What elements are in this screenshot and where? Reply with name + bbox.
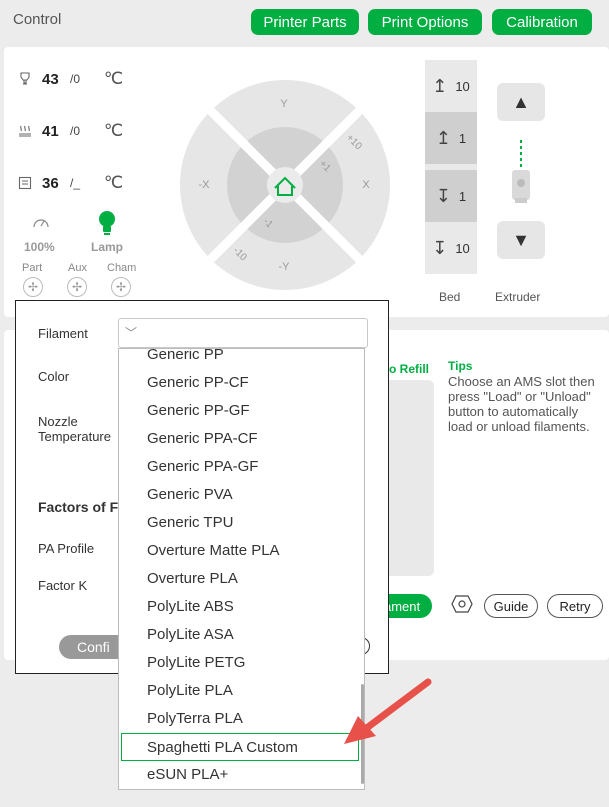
nozzle-temp-unit: ℃ xyxy=(104,69,124,88)
nozzle-current-temp: 43 xyxy=(42,70,59,88)
annotation-arrow-icon xyxy=(344,678,432,744)
aux-fan-label: Aux xyxy=(68,262,87,274)
jog-x-label[interactable]: X xyxy=(362,179,370,191)
dropdown-item[interactable]: Generic PP-GF xyxy=(119,397,359,425)
pa-profile-label: PA Profile xyxy=(38,541,95,556)
bed-up-1-button[interactable]: ↥ 1 xyxy=(425,112,477,164)
aux-fan-icon[interactable]: ✢ xyxy=(67,277,87,297)
nozzle-settings-icon[interactable] xyxy=(450,593,474,619)
dropdown-item[interactable]: Generic TPU xyxy=(119,509,359,537)
filament-select[interactable]: ﹀ xyxy=(118,318,368,348)
extruder-up-button[interactable]: ▲ xyxy=(497,83,545,121)
part-fan-icon[interactable]: ✢ xyxy=(23,277,43,297)
temperature-label: Temperature xyxy=(38,429,111,444)
chamber-target-temp: /_ xyxy=(70,176,81,190)
triangle-down-icon: ▼ xyxy=(512,229,530,250)
nozzle-label: Nozzle xyxy=(38,414,78,429)
bed-up-10-button[interactable]: ↥ 10 xyxy=(425,60,477,112)
part-fan-label: Part xyxy=(22,262,43,274)
refill-label: to Refill xyxy=(385,362,429,376)
dropdown-item[interactable]: eSUN PLA+ xyxy=(119,761,359,789)
arrow-down-icon: ↧ xyxy=(432,237,448,258)
speed-value: 100% xyxy=(24,240,55,254)
tips-title: Tips xyxy=(448,359,473,373)
printer-parts-button[interactable]: Printer Parts xyxy=(251,9,359,35)
dropdown-item[interactable]: Generic PPA-GF xyxy=(119,453,359,481)
dropdown-item[interactable]: Overture PLA xyxy=(119,565,359,593)
dropdown-item[interactable]: PolyLite PETG xyxy=(119,649,359,677)
arrow-up-icon: ↥ xyxy=(432,75,448,96)
factors-heading: Factors of F xyxy=(38,499,119,515)
chamber-fan-label: Cham xyxy=(107,262,137,274)
bed-down-10-button[interactable]: ↧ 10 xyxy=(425,222,477,274)
lightbulb-icon[interactable] xyxy=(96,210,118,236)
filament-label: Filament xyxy=(38,326,88,341)
bed-down-1-button[interactable]: ↧ 1 xyxy=(425,170,477,222)
print-options-button[interactable]: Print Options xyxy=(368,9,482,35)
retry-button[interactable]: Retry xyxy=(547,594,603,618)
speedometer-icon[interactable] xyxy=(32,214,50,232)
bed-label: Bed xyxy=(439,290,461,304)
dropdown-item[interactable]: PolyTerra PLA xyxy=(119,705,359,733)
dropdown-item[interactable]: Generic PP-CF xyxy=(119,369,359,397)
color-label: Color xyxy=(38,369,70,384)
heatbed-icon xyxy=(18,124,32,138)
dropdown-item[interactable]: Generic PVA xyxy=(119,481,359,509)
dropdown-item[interactable]: Generic PPA-CF xyxy=(119,425,359,453)
arrow-down-icon: ↧ xyxy=(435,185,451,206)
chevron-down-icon: ﹀ xyxy=(125,326,138,340)
nozzle-icon xyxy=(18,72,32,86)
dropdown-item-selected[interactable]: Spaghetti PLA Custom xyxy=(121,733,359,761)
filament-dropdown-list[interactable]: Generic PP Generic PP-CF Generic PP-GF Gene… xyxy=(118,348,365,790)
nozzle-target-temp[interactable]: /0 xyxy=(70,72,104,86)
jog-neg-y-label[interactable]: -Y xyxy=(279,261,291,273)
calibration-button[interactable]: Calibration xyxy=(492,9,592,35)
extruder-icon xyxy=(509,140,533,206)
chamber-current-temp: 36 xyxy=(42,174,59,192)
chamber-icon xyxy=(18,176,32,190)
jog-control[interactable]: Y -Y X -X +10 +1 -1 -10 xyxy=(180,80,390,290)
bed-target-temp[interactable]: /0 xyxy=(70,124,104,138)
extruder-down-button[interactable]: ▼ xyxy=(497,221,545,259)
triangle-up-icon: ▲ xyxy=(512,91,530,112)
guide-button[interactable]: Guide xyxy=(484,594,538,618)
factor-k-label: Factor K xyxy=(38,578,88,593)
bed-temp-row[interactable]: 41 /0 ℃ xyxy=(18,121,123,141)
jog-neg-x-label[interactable]: -X xyxy=(199,179,211,191)
bed-step-column: ↥ 10 ↥ 1 ↧ 1 ↧ 10 xyxy=(425,60,477,274)
ams-slot-area xyxy=(384,380,434,576)
dropdown-item[interactable]: PolyLite ASA xyxy=(119,621,359,649)
dropdown-item[interactable]: PolyLite PLA xyxy=(119,677,359,705)
bed-temp-unit: ℃ xyxy=(104,121,124,140)
chamber-temp-unit: ℃ xyxy=(104,173,124,192)
lamp-label: Lamp xyxy=(91,240,124,254)
tips-text: Choose an AMS slot then press "Load" or … xyxy=(448,374,595,434)
bed-current-temp: 41 xyxy=(42,122,59,140)
dropdown-item[interactable]: Overture Matte PLA xyxy=(119,537,359,565)
chamber-fan-icon[interactable]: ✢ xyxy=(111,277,131,297)
nozzle-temp-row[interactable]: 43 /0 ℃ xyxy=(18,69,123,89)
page-title: Control xyxy=(13,11,62,28)
chamber-temp-row: 36 /_ ℃ xyxy=(18,173,123,193)
extruder-label: Extruder xyxy=(495,290,541,304)
dropdown-item[interactable]: PolyLite ABS xyxy=(119,593,359,621)
arrow-up-icon: ↥ xyxy=(435,127,451,148)
dropdown-items: Generic PP Generic PP-CF Generic PP-GF Gene… xyxy=(119,349,359,789)
dropdown-item[interactable]: Generic PP xyxy=(119,349,359,369)
jog-y-label[interactable]: Y xyxy=(280,98,288,110)
